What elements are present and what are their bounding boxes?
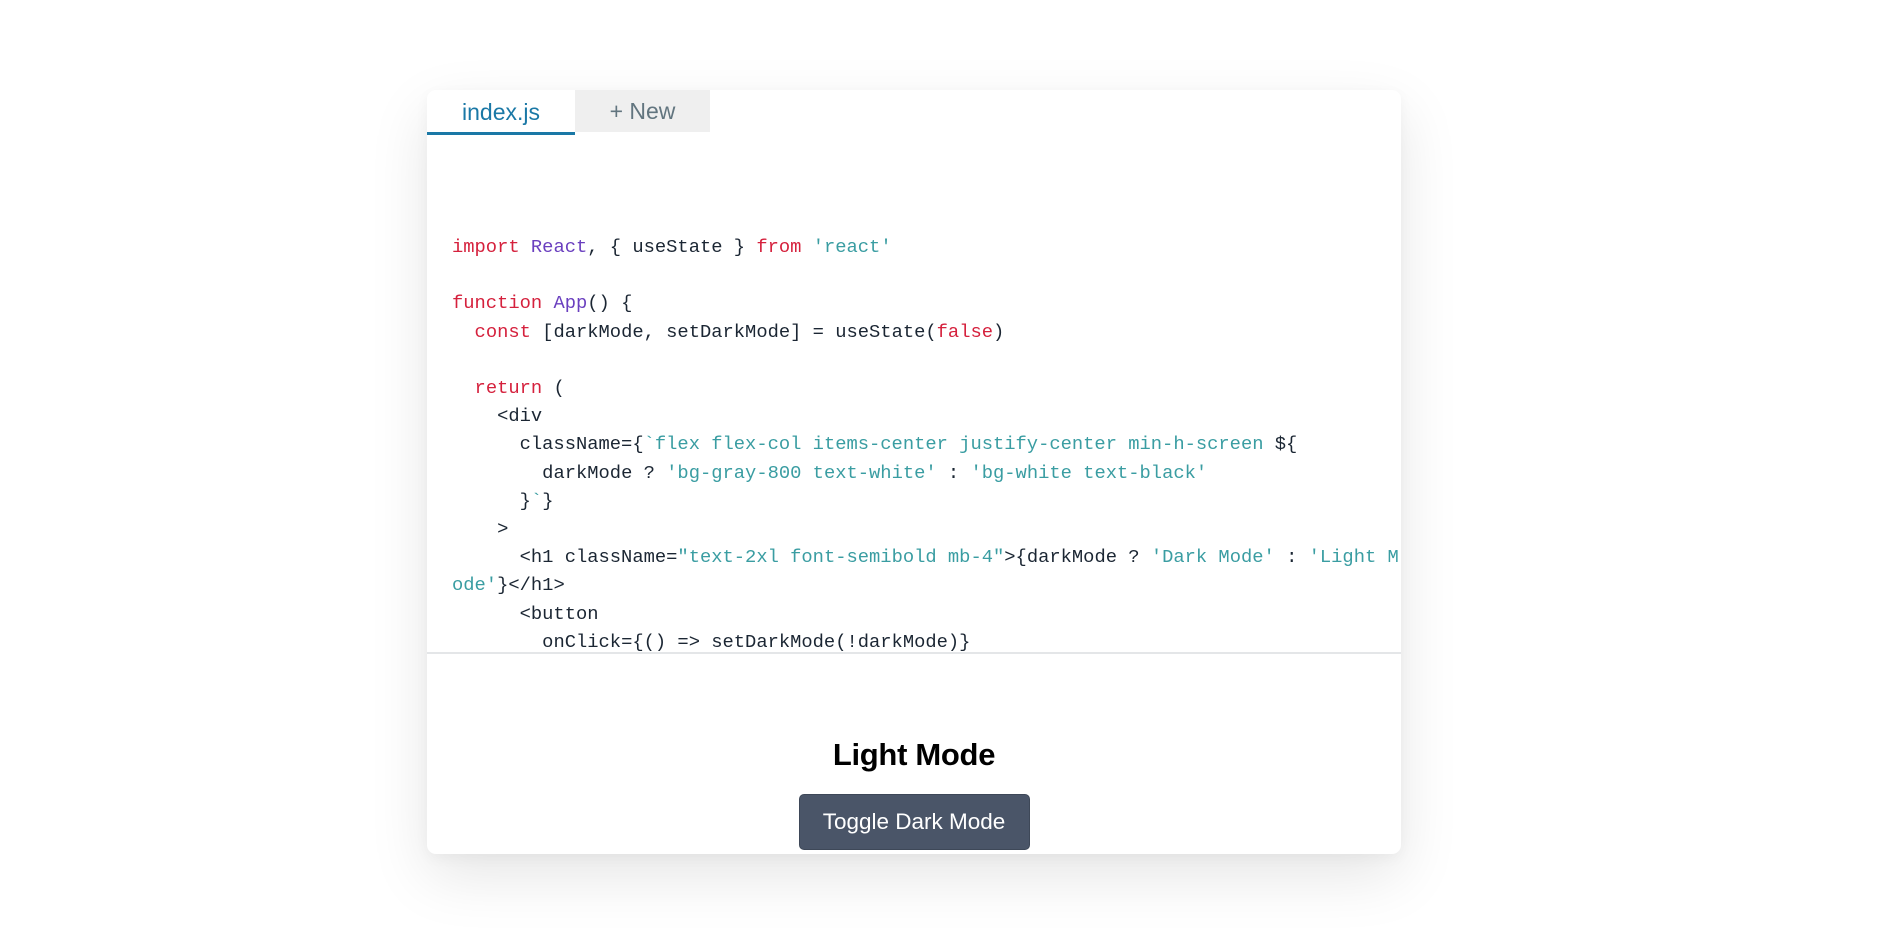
code-line: <button (452, 603, 599, 625)
code-keyword: false (936, 320, 994, 343)
tab-index-js[interactable]: index.js (427, 90, 575, 135)
code-text: [darkMode, setDarkMode] = useState( (530, 320, 937, 343)
code-text: } (542, 489, 554, 512)
code-string: 'Dark Mode' (1150, 546, 1275, 569)
code-keyword: const (474, 320, 531, 343)
code-text: darkMode ? (452, 461, 667, 484)
editor-tab-bar: index.js + New (427, 90, 710, 135)
code-text: : (936, 461, 971, 484)
code-text: () { (587, 292, 633, 315)
code-line: return ( (452, 377, 565, 399)
code-line: > (452, 518, 508, 540)
preview-pane: Light Mode Toggle Dark Mode (427, 654, 1401, 854)
toggle-dark-mode-button[interactable]: Toggle Dark Mode (798, 794, 1030, 850)
code-text: ${ (1274, 433, 1298, 456)
code-line: <div (452, 405, 542, 427)
code-string: ` (530, 489, 543, 512)
code-text: > (452, 518, 509, 541)
code-text: } (452, 489, 531, 512)
code-line: function App() { (452, 292, 632, 314)
code-string: 'bg-white text-black' (970, 461, 1208, 484)
code-line: <h1 className="text-2xl font-semibold mb… (452, 546, 1399, 596)
code-keyword: function (452, 292, 543, 315)
code-keyword: import (452, 236, 520, 258)
code-string: 'bg-gray-800 text-white' (666, 461, 937, 484)
code-playground-card: index.js + New import React, { useState … (427, 90, 1401, 854)
code-line: darkMode ? 'bg-gray-800 text-white' : 'b… (452, 462, 1207, 484)
code-keyword: from (756, 236, 802, 258)
code-text: ) (993, 320, 1005, 343)
code-identifier: React (530, 236, 588, 258)
preview-heading: Light Mode (832, 737, 996, 772)
code-string: 'react' (812, 236, 892, 258)
tab-label: index.js (462, 99, 540, 125)
new-file-tab-button[interactable]: + New (575, 90, 710, 132)
code-editor[interactable]: import React, { useState } from 'react' … (427, 225, 1401, 652)
code-text: <h1 className= (452, 546, 678, 569)
code-identifier: App (553, 292, 588, 315)
code-keyword: return (474, 377, 543, 400)
code-text: }</h1> (497, 574, 565, 597)
code-text: className={ (452, 433, 644, 456)
code-line: }`} (452, 489, 554, 512)
code-text: >{darkMode ? (1004, 546, 1151, 569)
code-text: <button (452, 602, 599, 625)
code-content[interactable]: import React, { useState } from 'react' … (452, 233, 1401, 652)
code-string: "text-2xl font-semibold mb-4" (677, 546, 1005, 569)
code-text: : (1274, 546, 1309, 569)
code-text: onClick={() => setDarkMode(!darkMode)} (452, 630, 971, 652)
code-text: ( (542, 377, 565, 400)
code-line: onClick={() => setDarkMode(!darkMode)} (452, 631, 970, 652)
code-text: , { useState } (587, 236, 757, 258)
code-line: const [darkMode, setDarkMode] = useState… (452, 320, 1005, 343)
code-string: `flex flex-col items-center justify-cent… (643, 433, 1275, 456)
code-text: <div (452, 405, 543, 428)
code-line: className={`flex flex-col items-center j… (452, 433, 1298, 456)
code-line: import React, { useState } from 'react' (452, 236, 892, 258)
tab-label: + New (609, 97, 676, 124)
